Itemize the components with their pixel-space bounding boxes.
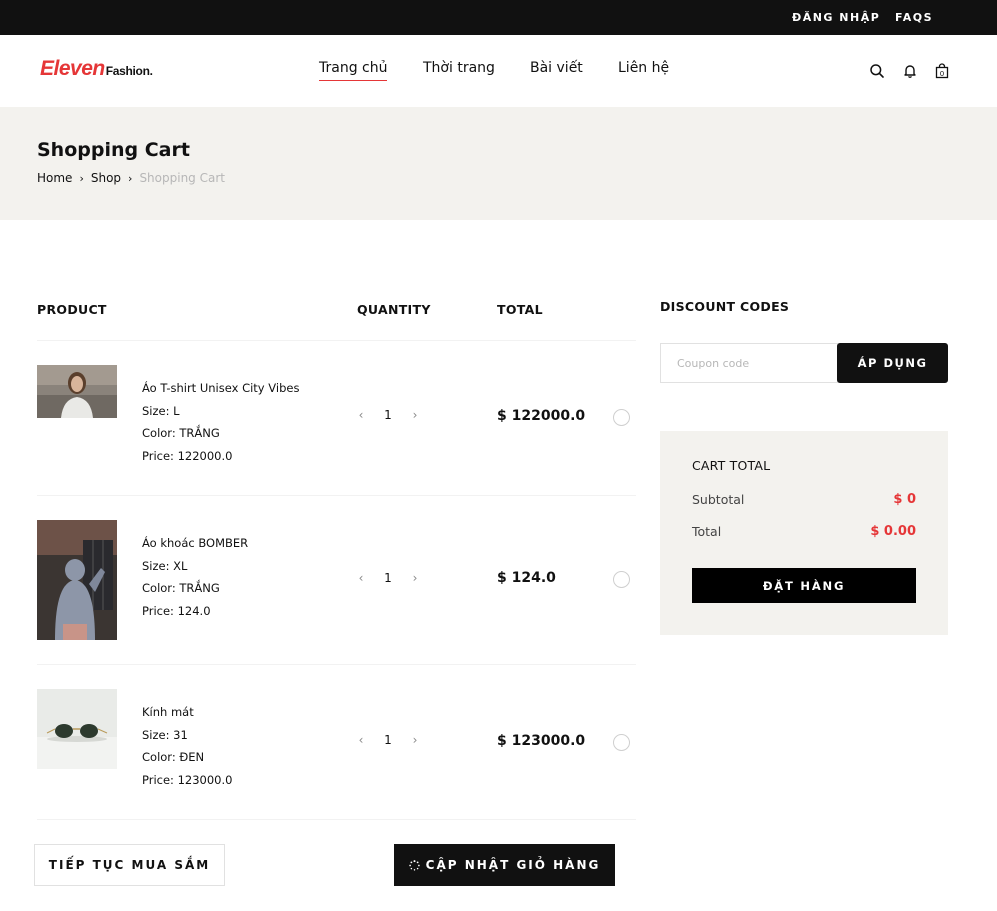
breadcrumb-current: Shopping Cart — [139, 171, 225, 185]
product-price: Price: 123000.0 — [142, 772, 233, 787]
divider — [37, 819, 636, 820]
update-cart-button[interactable]: CẬP NHẬT GIỎ HÀNG — [394, 844, 615, 886]
decrease-quantity-button[interactable]: ‹ — [355, 571, 367, 585]
search-icon[interactable] — [869, 63, 885, 79]
place-order-button[interactable]: ĐẶT HÀNG — [692, 568, 916, 603]
site-logo[interactable]: ElevenFashion. — [40, 57, 153, 81]
logo-sub: Fashion. — [105, 64, 153, 78]
quantity-stepper: ‹ 1 › — [355, 408, 421, 422]
quantity-value[interactable]: 1 — [367, 733, 409, 747]
update-cart-label: CẬP NHẬT GIỎ HÀNG — [425, 858, 601, 872]
top-bar: ĐĂNG NHẬP FAQS — [0, 0, 997, 35]
increase-quantity-button[interactable]: › — [409, 733, 421, 747]
product-image[interactable] — [37, 365, 117, 418]
cart-total-title: CART TOTAL — [692, 458, 771, 473]
breadcrumb-home[interactable]: Home — [37, 171, 72, 185]
logo-brand: Eleven — [40, 57, 105, 80]
product-color: Color: TRẮNG — [142, 581, 220, 595]
total-value: $ 0.00 — [870, 524, 916, 539]
subtotal-label: Subtotal — [692, 492, 745, 507]
product-info: Kính mát Size: 31 Color: ĐEN Price: 1230… — [142, 701, 232, 791]
product-name[interactable]: Áo T-shirt Unisex City Vibes — [142, 377, 299, 400]
page-title: Shopping Cart — [37, 139, 190, 161]
quantity-stepper: ‹ 1 › — [355, 571, 421, 585]
quantity-value[interactable]: 1 — [367, 408, 409, 422]
nav-item-home[interactable]: Trang chủ — [319, 60, 388, 81]
cart-row: Áo khoác BOMBER Size: XL Color: TRẮNG Pr… — [37, 520, 636, 640]
product-info: Áo khoác BOMBER Size: XL Color: TRẮNG Pr… — [142, 532, 248, 622]
product-size: Size: L — [142, 403, 180, 418]
line-total: $ 122000.0 — [497, 408, 586, 424]
login-link[interactable]: ĐĂNG NHẬP — [792, 11, 880, 24]
quantity-value[interactable]: 1 — [367, 571, 409, 585]
line-total: $ 123000.0 — [497, 733, 586, 749]
shopping-bag-icon[interactable]: 0 — [934, 63, 950, 79]
column-header-quantity: QUANTITY — [357, 302, 431, 317]
increase-quantity-button[interactable]: › — [409, 408, 421, 422]
breadcrumb: Home › Shop › Shopping Cart — [37, 171, 225, 185]
column-header-total: TOTAL — [497, 302, 543, 317]
site-header: ElevenFashion. Trang chủ Thời trang Bài … — [0, 35, 997, 107]
remove-item-radio[interactable] — [613, 571, 630, 588]
remove-item-radio[interactable] — [613, 734, 630, 751]
remove-item-radio[interactable] — [613, 409, 630, 426]
product-price: Price: 124.0 — [142, 603, 211, 618]
continue-shopping-button[interactable]: TIẾP TỤC MUA SẮM — [34, 844, 225, 886]
total-label: Total — [692, 524, 722, 539]
nav-item-fashion[interactable]: Thời trang — [423, 60, 495, 76]
product-size: Size: 31 — [142, 727, 188, 742]
nav-item-contact[interactable]: Liên hệ — [618, 60, 669, 76]
divider — [37, 340, 636, 341]
breadcrumb-shop[interactable]: Shop — [91, 171, 121, 185]
spinner-icon — [408, 859, 420, 871]
chevron-right-icon: › — [79, 171, 84, 185]
cart-count-badge: 0 — [940, 70, 944, 78]
product-info: Áo T-shirt Unisex City Vibes Size: L Col… — [142, 377, 299, 467]
quantity-stepper: ‹ 1 › — [355, 733, 421, 747]
decrease-quantity-button[interactable]: ‹ — [355, 408, 367, 422]
product-name[interactable]: Áo khoác BOMBER — [142, 532, 248, 555]
product-color: Color: TRẮNG — [142, 426, 220, 440]
subtotal-value: $ 0 — [893, 492, 916, 507]
product-name[interactable]: Kính mát — [142, 701, 232, 724]
cart-total-panel: CART TOTAL Subtotal $ 0 Total $ 0.00 ĐẶT… — [660, 431, 948, 635]
product-color: Color: ĐEN — [142, 750, 205, 764]
product-price: Price: 122000.0 — [142, 448, 233, 463]
nav-item-blog[interactable]: Bài viết — [530, 60, 583, 76]
apply-coupon-button[interactable]: ÁP DỤNG — [837, 343, 948, 383]
bell-icon[interactable] — [902, 63, 918, 79]
divider — [37, 495, 636, 496]
coupon-input[interactable] — [660, 343, 838, 383]
decrease-quantity-button[interactable]: ‹ — [355, 733, 367, 747]
cart-row: Áo T-shirt Unisex City Vibes Size: L Col… — [37, 365, 636, 465]
discount-title: DISCOUNT CODES — [660, 299, 790, 314]
cart-row: Kính mát Size: 31 Color: ĐEN Price: 1230… — [37, 689, 636, 789]
chevron-right-icon: › — [128, 171, 133, 185]
faqs-link[interactable]: FAQS — [895, 11, 933, 24]
product-size: Size: XL — [142, 558, 188, 573]
breadcrumb-banner: Shopping Cart Home › Shop › Shopping Car… — [0, 107, 997, 220]
line-total: $ 124.0 — [497, 570, 556, 586]
column-header-product: PRODUCT — [37, 302, 107, 317]
product-image[interactable] — [37, 689, 117, 769]
product-image[interactable] — [37, 520, 117, 640]
increase-quantity-button[interactable]: › — [409, 571, 421, 585]
divider — [37, 664, 636, 665]
